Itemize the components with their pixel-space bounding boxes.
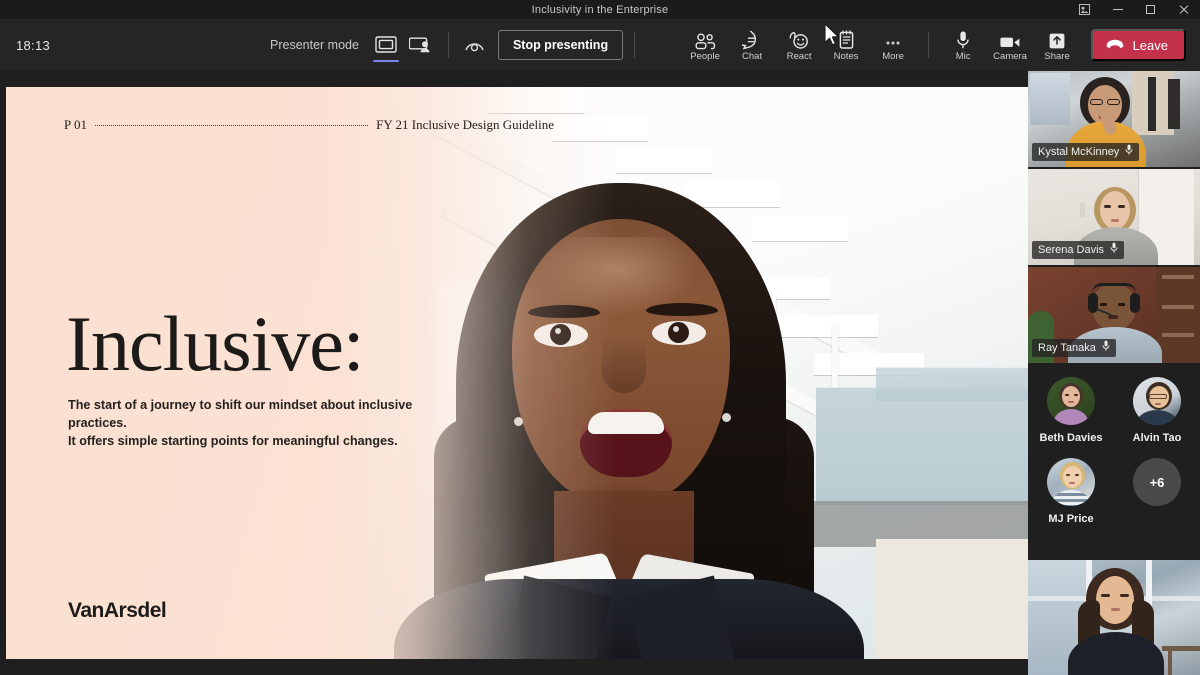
- participant-avatar-cell[interactable]: MJ Price: [1034, 458, 1108, 525]
- people-icon: [694, 28, 716, 50]
- avatar: [1047, 458, 1095, 506]
- participant-video-tile[interactable]: Kystal McKinney: [1028, 71, 1200, 167]
- participant-name: Alvin Tao: [1132, 432, 1182, 444]
- participant-name: Beth Davies: [1039, 432, 1103, 444]
- chat-icon: [742, 28, 762, 50]
- stop-presenting-button[interactable]: Stop presenting: [497, 30, 624, 60]
- preview-eye-icon[interactable]: [460, 30, 490, 60]
- slide-brand-logo: VanArsdel: [68, 599, 167, 622]
- slide-header-right: FY 21 Inclusive Design Guideline: [376, 117, 554, 132]
- slide-body-line-2: It offers simple starting points for mea…: [68, 434, 398, 448]
- slide-title: Inclusive:: [66, 300, 365, 387]
- chat-button[interactable]: Chat: [729, 22, 776, 68]
- toolbar-divider-1: [447, 32, 449, 58]
- camera-label: Camera: [993, 51, 1027, 62]
- toolbar-divider-2: [634, 32, 636, 58]
- slide-body-line-1: The start of a journey to shift our mind…: [68, 398, 413, 430]
- participant-avatar-grid: Beth Davies Alvin Tao MJ Price +6: [1028, 363, 1200, 545]
- more-icon: [883, 28, 903, 50]
- title-bar: Inclusivity in the Enterprise: [0, 0, 1200, 19]
- participant-nameplate: Serena Davis: [1032, 241, 1125, 259]
- toolbar-divider-3: [927, 32, 929, 58]
- mic-icon: [1102, 339, 1110, 357]
- participant-video-tile[interactable]: Serena Davis: [1028, 169, 1200, 265]
- meeting-clock: 18:13: [16, 37, 51, 53]
- participant-rail: Kystal McKinney Serena Davis Ray Tanaka …: [1028, 71, 1200, 675]
- minimize-icon[interactable]: [1101, 0, 1134, 19]
- chat-label: Chat: [742, 51, 763, 62]
- share-label: Share: [1044, 51, 1070, 62]
- selected-indicator: [372, 59, 399, 62]
- slide-page-number: P 01: [64, 117, 87, 132]
- react-button[interactable]: React: [776, 22, 823, 68]
- participant-nameplate: Kystal McKinney: [1032, 143, 1140, 161]
- overflow-count-badge: +6: [1133, 458, 1181, 506]
- maximize-icon[interactable]: [1134, 0, 1167, 19]
- camera-icon: [999, 28, 1021, 50]
- shared-slide[interactable]: P 01 FY 21 Inclusive Design Guideline In…: [6, 87, 1028, 659]
- camera-button[interactable]: Camera: [987, 22, 1034, 68]
- window-title: Inclusivity in the Enterprise: [531, 3, 669, 16]
- avatar-row: MJ Price +6: [1028, 458, 1200, 525]
- restore-group-icon[interactable]: [1068, 0, 1101, 19]
- self-video-tile[interactable]: [1028, 560, 1200, 675]
- leave-button[interactable]: Leave: [1090, 29, 1186, 61]
- people-label: People: [690, 51, 720, 62]
- more-button[interactable]: More: [870, 22, 917, 68]
- avatar: [1047, 377, 1095, 425]
- slide-body: The start of a journey to shift our mind…: [68, 396, 448, 450]
- toolbar-center-group: Presenter mode Stop presenting: [124, 25, 682, 65]
- share-button[interactable]: Share: [1034, 22, 1081, 68]
- participant-name: Ray Tanaka: [1038, 342, 1096, 354]
- toolbar-actions: People Chat React Notes More Mic Camera …: [682, 22, 1200, 68]
- leave-label: Leave: [1132, 37, 1168, 53]
- presenter-mode-standout-button[interactable]: [403, 25, 437, 65]
- mouse-cursor: [824, 23, 840, 47]
- hangup-icon: [1105, 38, 1125, 53]
- mic-icon: [955, 28, 971, 50]
- mic-button[interactable]: Mic: [940, 22, 987, 68]
- participant-overflow-cell[interactable]: +6: [1120, 458, 1194, 525]
- meeting-toolbar: 18:13 Presenter mode Stop presenting Peo…: [0, 19, 1200, 71]
- more-label: More: [882, 51, 904, 62]
- participant-name: Kystal McKinney: [1038, 146, 1120, 158]
- react-icon: [788, 28, 810, 50]
- avatar: [1133, 377, 1181, 425]
- participant-avatar-cell[interactable]: Beth Davies: [1034, 377, 1108, 444]
- avatar-row: Beth Davies Alvin Tao: [1028, 377, 1200, 444]
- share-icon: [1048, 28, 1066, 50]
- slide-header: P 01 FY 21 Inclusive Design Guideline: [64, 117, 554, 133]
- participant-nameplate: Ray Tanaka: [1032, 339, 1116, 357]
- presenter-video-overlay: [316, 87, 1028, 659]
- people-button[interactable]: People: [682, 22, 729, 68]
- participant-name: Serena Davis: [1038, 244, 1105, 256]
- close-icon[interactable]: [1167, 0, 1200, 19]
- react-label: React: [786, 51, 812, 62]
- presenter-mode-label: Presenter mode: [270, 38, 359, 52]
- mic-icon: [1110, 241, 1118, 259]
- mic-label: Mic: [955, 51, 971, 62]
- presenter-mode-content-only-button[interactable]: [369, 25, 403, 65]
- participant-video-tile[interactable]: Ray Tanaka: [1028, 267, 1200, 363]
- meeting-stage: P 01 FY 21 Inclusive Design Guideline In…: [0, 71, 1200, 675]
- notes-label: Notes: [833, 51, 859, 62]
- teams-meeting-window: Inclusivity in the Enterprise 18:13 Pres…: [0, 0, 1200, 675]
- slide-header-dots: [95, 125, 369, 126]
- mic-icon: [1125, 143, 1133, 161]
- participant-name: MJ Price: [1048, 513, 1094, 525]
- window-controls: [1068, 0, 1200, 19]
- participant-avatar-cell[interactable]: Alvin Tao: [1120, 377, 1194, 444]
